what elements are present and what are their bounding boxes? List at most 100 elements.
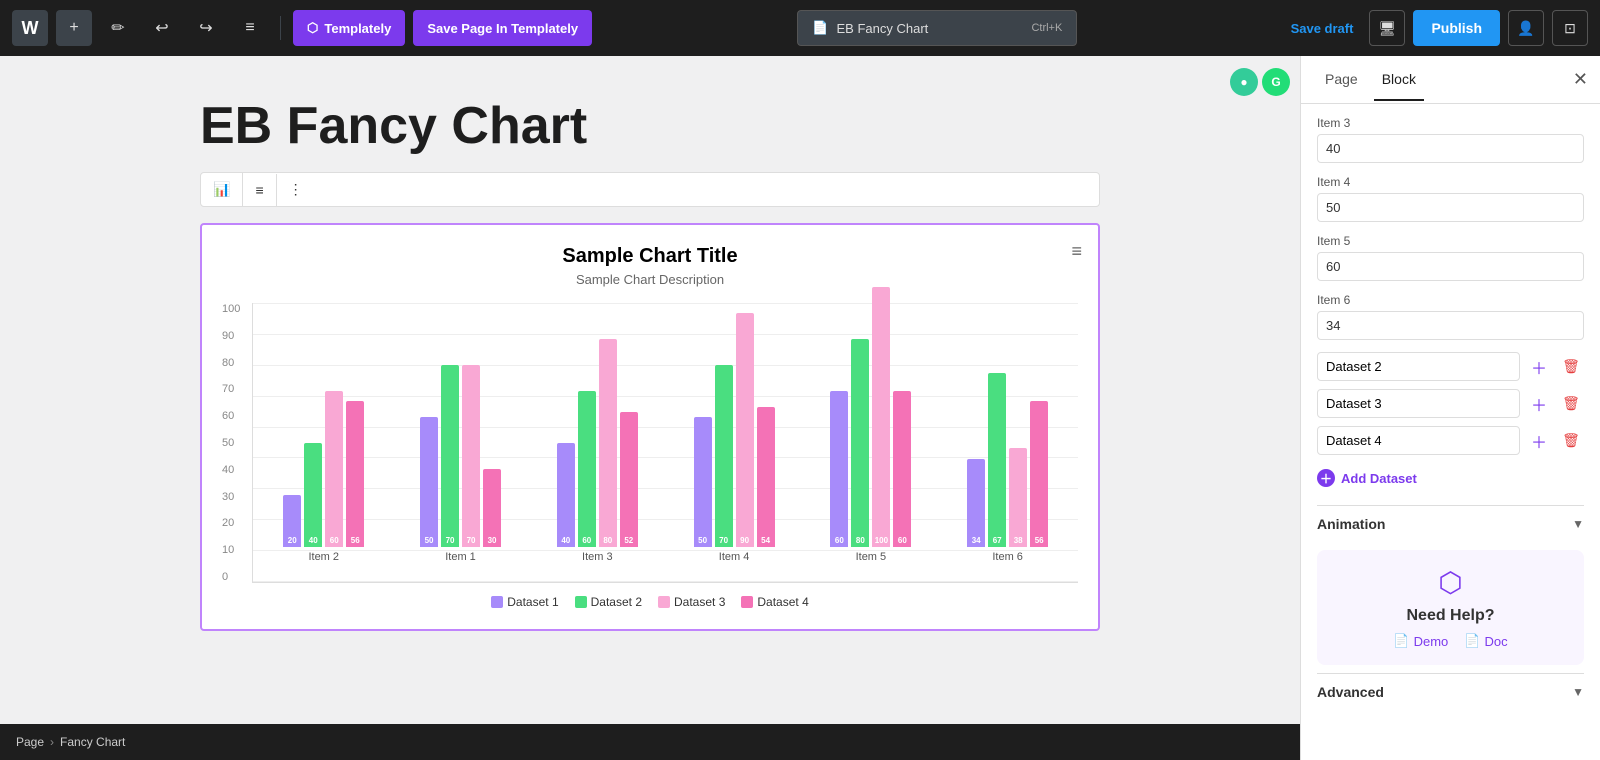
bar: 80 [599,339,617,547]
chart-groups: 20406056Item 250707030Item 140608052Item… [261,303,1070,563]
chart-description: Sample Chart Description [222,272,1078,287]
devices-button[interactable]: 🖥 [1369,10,1405,46]
legend-color [658,596,670,608]
main-area: ● G EB Fancy Chart 📊 ≡ ⋮ ≡ Sample Chart … [0,56,1600,760]
dataset-add-btn-3[interactable]: ＋ [1526,392,1552,416]
save-draft-button[interactable]: Save draft [1283,21,1362,36]
doc-icon: 📄 [1464,633,1480,649]
sidebar-close-button[interactable]: ✕ [1573,69,1588,90]
redo-button[interactable]: ↪ [188,10,224,46]
page-content: EB Fancy Chart 📊 ≡ ⋮ ≡ Sample Chart Titl… [200,96,1100,631]
page-title: EB Fancy Chart [200,96,1100,156]
undo-button[interactable]: ↩ [144,10,180,46]
search-icon: 📄 [812,20,828,36]
bar: 56 [1030,401,1048,547]
advanced-section[interactable]: Advanced ▼ [1317,673,1584,710]
dataset-del-btn-4[interactable]: 🗑 [1558,432,1584,449]
wp-logo[interactable]: W [12,10,48,46]
help-icon: ⬡ [1438,566,1462,599]
sidebar-toggle-button[interactable]: ⊡ [1552,10,1588,46]
more-block-btn[interactable]: ⋮ [277,173,315,206]
publish-button[interactable]: Publish [1413,10,1500,46]
dataset-del-btn-2[interactable]: 🗑 [1558,358,1584,375]
save-page-button[interactable]: Save Page In Templately [413,10,592,46]
input-item3[interactable] [1317,134,1584,163]
chart-group: 50709054Item 4 [672,287,797,563]
bar: 50 [420,417,438,547]
chart-group-label: Item 6 [992,551,1023,563]
chart-block-btn[interactable]: 📊 [201,173,243,206]
legend-label: Dataset 2 [591,595,642,609]
chart-title: Sample Chart Title [222,245,1078,268]
templately-button[interactable]: ⬡ Templately [293,10,405,46]
breadcrumb-page[interactable]: Page [16,735,44,749]
grammarly-icon-2: G [1262,68,1290,96]
chart-group: 40608052 Item 3 [535,287,660,563]
add-dataset-button[interactable]: ＋ Add Dataset [1317,463,1417,493]
demo-label: Demo [1414,634,1449,649]
edit-button[interactable]: ✏ [100,10,136,46]
help-title: Need Help? [1406,607,1494,625]
list-view-button[interactable]: ≡ [232,10,268,46]
bar: 70 [715,365,733,547]
help-box: ⬡ Need Help? 📄 Demo 📄 Doc [1317,550,1584,665]
dataset-input-2[interactable] [1317,352,1520,381]
breadcrumb-current[interactable]: Fancy Chart [60,735,125,749]
label-item5: Item 5 [1317,234,1584,248]
input-item5[interactable] [1317,252,1584,281]
dataset-input-3[interactable] [1317,389,1520,418]
dataset-del-btn-3[interactable]: 🗑 [1558,395,1584,412]
help-links: 📄 Demo 📄 Doc [1393,633,1507,649]
bar: 40 [557,443,575,547]
chart-container: ≡ Sample Chart Title Sample Chart Descri… [200,223,1100,631]
bar: 52 [620,412,638,547]
canvas-float-icons: ● G [1230,68,1290,96]
bar: 90 [736,313,754,547]
dataset-add-btn-4[interactable]: ＋ [1526,429,1552,453]
top-toolbar: W + ✏ ↩ ↪ ≡ ⬡ Templately Save Page In Te… [0,0,1600,56]
align-block-btn[interactable]: ≡ [243,174,276,206]
chart-group: 34673856Item 6 [945,287,1070,563]
input-item6[interactable] [1317,311,1584,340]
legend-item: Dataset 2 [575,595,642,609]
breadcrumb-sep: › [50,735,54,749]
animation-section[interactable]: Animation ▼ [1317,505,1584,542]
animation-label: Animation [1317,516,1385,532]
templately-icon: ⬡ [307,20,318,36]
toolbar-center: 📄 EB Fancy Chart Ctrl+K [600,10,1274,46]
tab-block[interactable]: Block [1374,59,1424,101]
chart-group-label: Item 2 [308,551,339,563]
input-item4[interactable] [1317,193,1584,222]
add-block-button[interactable]: + [56,10,92,46]
doc-link[interactable]: 📄 Doc [1464,633,1507,649]
bar: 60 [578,391,596,547]
bar: 100 [872,287,890,547]
legend-item: Dataset 4 [741,595,808,609]
label-item6: Item 6 [1317,293,1584,307]
dataset-input-4[interactable] [1317,426,1520,455]
field-item5: Item 5 [1317,234,1584,281]
bar: 70 [462,365,480,547]
demo-icon: 📄 [1393,633,1409,649]
demo-link[interactable]: 📄 Demo [1393,633,1448,649]
dataset-add-btn-2[interactable]: ＋ [1526,355,1552,379]
chart-group-label: Item 3 [582,551,613,563]
label-item3: Item 3 [1317,116,1584,130]
field-item4: Item 4 [1317,175,1584,222]
tab-page[interactable]: Page [1317,59,1366,101]
field-item6: Item 6 [1317,293,1584,340]
user-avatar-button[interactable]: 👤 [1508,10,1544,46]
chart-group: 608010060Item 5 [808,287,933,563]
add-dataset-label: Add Dataset [1341,471,1417,486]
bar: 56 [346,401,364,547]
bar: 60 [893,391,911,547]
sidebar: Page Block ✕ Item 3 Item 4 Item 5 Item 6 [1300,56,1600,760]
chart-menu-icon[interactable]: ≡ [1071,241,1082,262]
chart-y-axis-wrapper: 0 10 20 30 40 50 60 70 80 90 100 [222,303,1078,583]
chart-group-label: Item 5 [856,551,887,563]
search-text: EB Fancy Chart [837,21,929,36]
add-dataset-icon: ＋ [1317,469,1335,487]
search-bar[interactable]: 📄 EB Fancy Chart Ctrl+K [797,10,1077,46]
canvas: ● G EB Fancy Chart 📊 ≡ ⋮ ≡ Sample Chart … [0,56,1300,760]
legend-color [575,596,587,608]
